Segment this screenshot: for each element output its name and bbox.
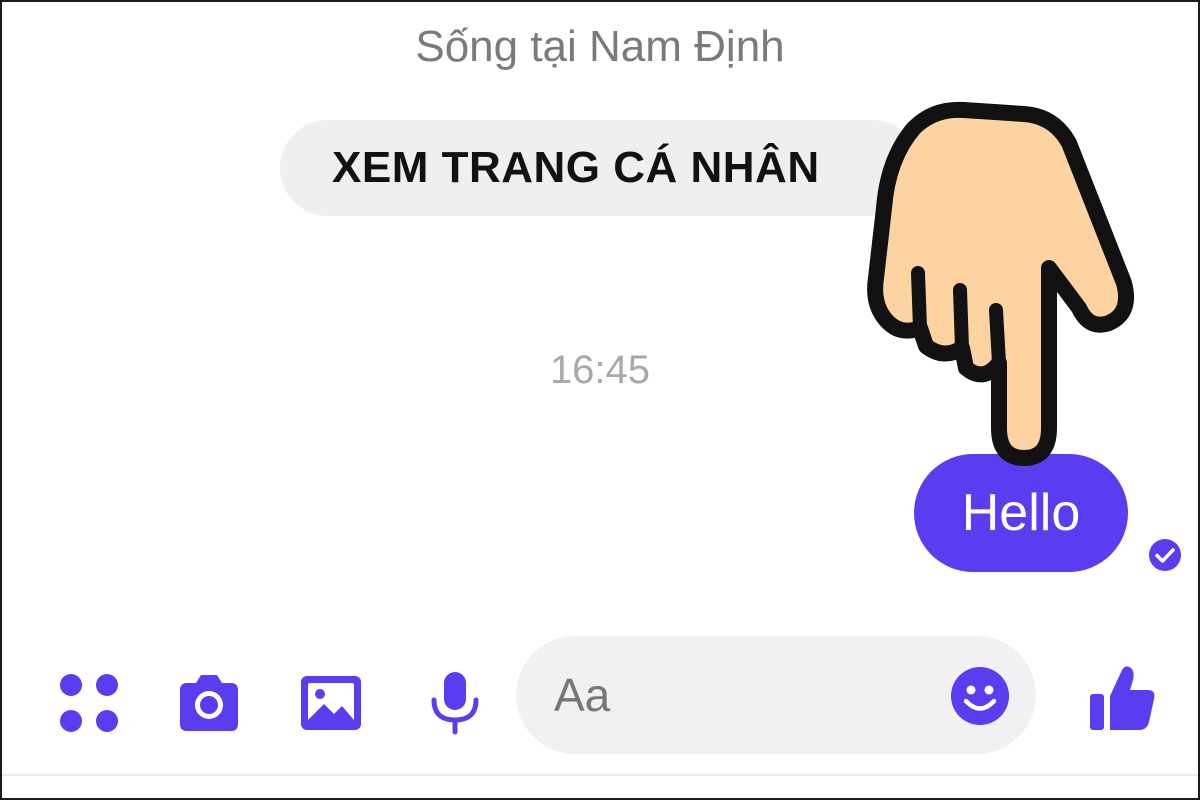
like-icon[interactable] bbox=[1086, 662, 1158, 734]
message-composer bbox=[2, 632, 1198, 772]
messenger-chat-screen: · · · Sống tại Nam Định XEM TRANG CÁ NHÂ… bbox=[0, 0, 1200, 800]
sent-check-icon bbox=[1149, 539, 1181, 571]
message-input[interactable] bbox=[552, 664, 936, 726]
pointing-hand-icon bbox=[867, 101, 1135, 466]
message-input-box[interactable] bbox=[516, 636, 1036, 754]
cropped-name-text: · · · bbox=[342, 2, 862, 18]
profile-location: Sống tại Nam Định bbox=[415, 22, 785, 71]
view-profile-button[interactable]: XEM TRANG CÁ NHÂN bbox=[280, 120, 920, 216]
microphone-icon[interactable] bbox=[422, 670, 488, 736]
bottom-divider bbox=[2, 774, 1198, 776]
image-icon[interactable] bbox=[298, 670, 364, 736]
emoji-icon[interactable] bbox=[950, 666, 1010, 726]
camera-icon[interactable] bbox=[176, 670, 242, 736]
apps-icon[interactable] bbox=[56, 670, 122, 736]
